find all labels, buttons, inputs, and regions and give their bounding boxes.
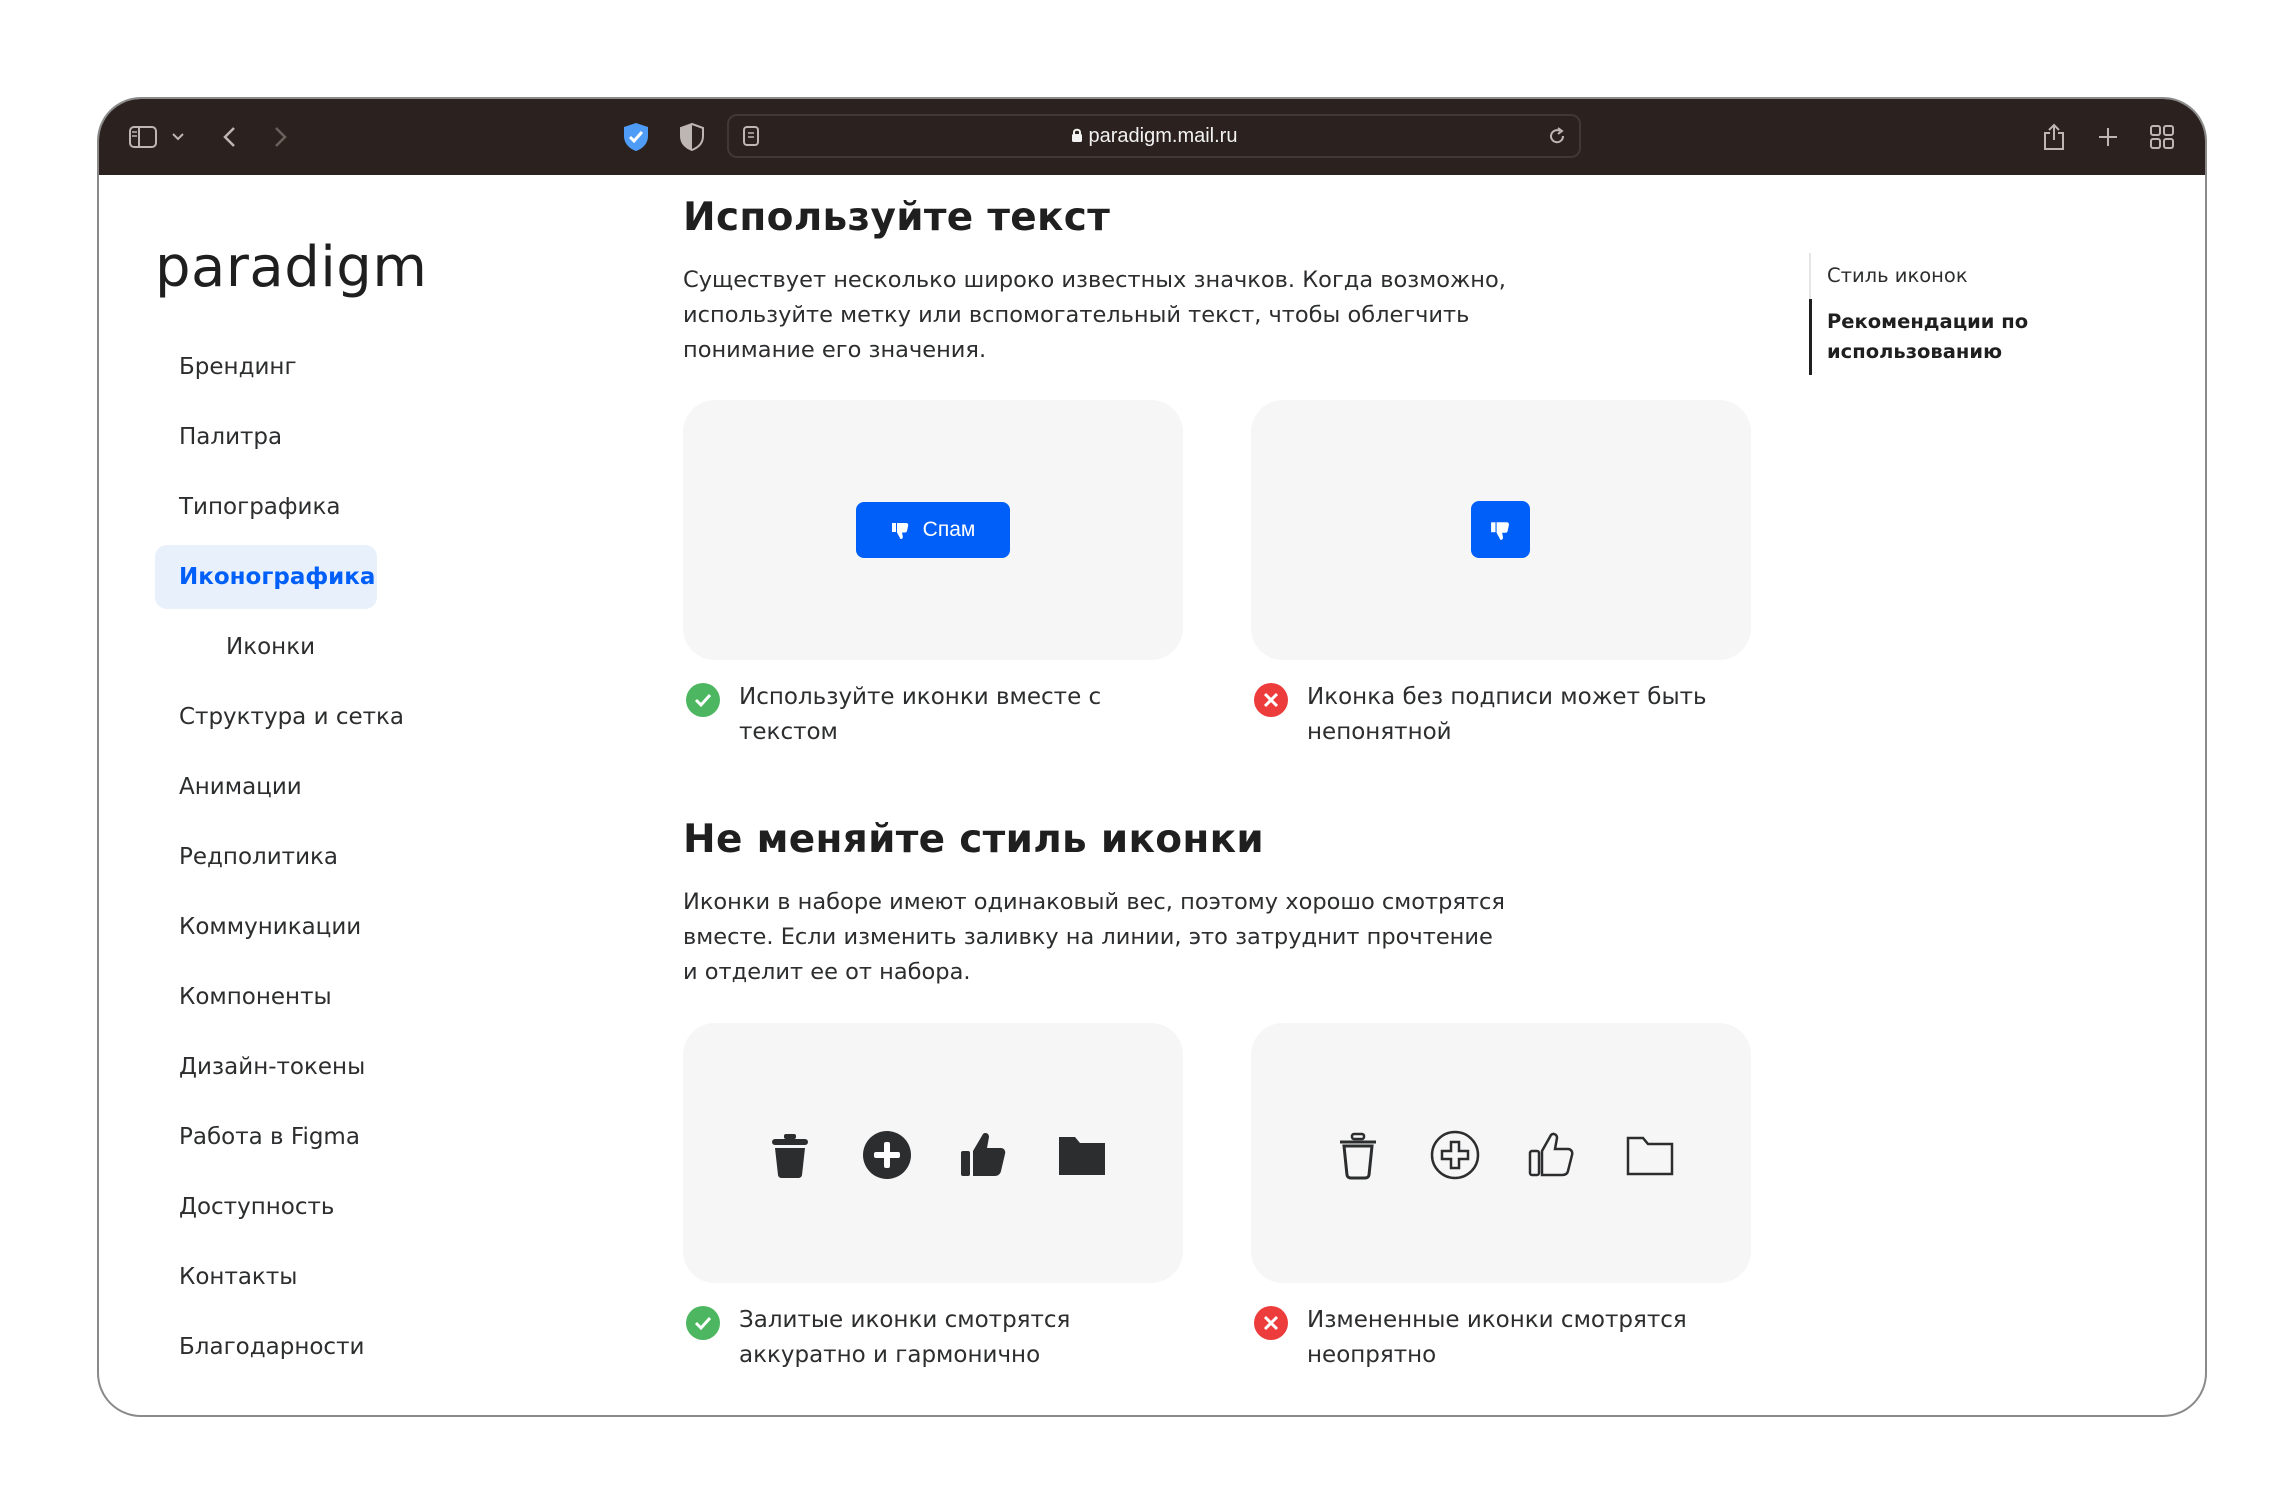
section-title-use-text: Используйте текст (683, 195, 1111, 240)
caption-good-1-text: Используйте иконки вместе с текстом (739, 684, 1102, 745)
sidebar-item-icons[interactable]: Иконки (155, 615, 575, 679)
trash-outline-icon (1340, 1132, 1376, 1180)
sidebar-item-accessibility[interactable]: Доступность (155, 1175, 575, 1239)
sidebar-nav: Брендинг Палитра Типографика Иконографик… (155, 335, 575, 1385)
toc-item-usage-recommendations[interactable]: Рекомендации по использованию (1809, 299, 2059, 375)
thumb-up-filled-icon (961, 1133, 1006, 1176)
filled-icons-row (683, 1023, 1183, 1283)
back-icon[interactable] (217, 99, 241, 175)
forward-icon[interactable] (269, 99, 293, 175)
plus-circle-filled-icon (863, 1131, 911, 1179)
spam-icon-button[interactable] (1471, 501, 1530, 558)
sidebar-item-editorial[interactable]: Редполитика (155, 825, 575, 889)
folder-filled-icon (1059, 1137, 1105, 1175)
lock-icon (1071, 117, 1083, 157)
thumb-down-icon (1490, 521, 1509, 540)
address-bar[interactable]: paradigm.mail.ru (727, 114, 1581, 158)
check-icon (686, 1306, 720, 1340)
section-title-icon-style: Не меняйте стиль иконки (683, 817, 1265, 862)
thumb-up-outline-icon (1528, 1132, 1574, 1177)
url-value: paradigm.mail.ru (1088, 125, 1238, 147)
privacy-shield-icon[interactable] (619, 99, 653, 175)
caption-good-1: Используйте иконки вместе с текстом (683, 680, 1153, 750)
section-text-icon-style: Иконки в наборе имеют одинаковый вес, по… (683, 889, 1505, 985)
sidebar-item-components[interactable]: Компоненты (155, 965, 575, 1029)
caption-bad-2-text: Измененные иконки смотрятся неопрятно (1307, 1307, 1687, 1368)
sidebar-toggle-icon[interactable] (123, 99, 163, 175)
chevron-down-icon[interactable] (169, 99, 187, 175)
sidebar-item-palette[interactable]: Палитра (155, 405, 575, 469)
sidebar-item-typography[interactable]: Типографика (155, 475, 575, 539)
new-tab-icon[interactable] (2093, 99, 2123, 175)
caption-good-2: Залитые иконки смотрятся аккуратно и гар… (683, 1303, 1153, 1373)
plus-circle-outline-icon (1430, 1130, 1480, 1180)
trash-filled-icon (772, 1134, 808, 1178)
caption-bad-1-text: Иконка без подписи может быть непонятной (1307, 684, 1707, 745)
example-card-bad (1251, 400, 1751, 660)
sidebar-item-communications[interactable]: Коммуникации (155, 895, 575, 959)
outline-icons-row (1251, 1023, 1751, 1283)
section-text-use-text: Существует несколько широко известных зн… (683, 267, 1506, 363)
sidebar-item-branding[interactable]: Брендинг (155, 335, 575, 399)
url-text[interactable]: paradigm.mail.ru (729, 116, 1579, 156)
spam-button-label: Спам (922, 518, 976, 541)
page-content: paradigm Брендинг Палитра Типографика Ик… (99, 175, 2205, 1415)
cross-icon (1254, 683, 1288, 717)
example-card-outline-icons (1251, 1023, 1751, 1283)
folder-outline-icon (1626, 1136, 1674, 1176)
sidebar-item-structure-grid[interactable]: Структура и сетка (155, 685, 575, 749)
sidebar-item-figma[interactable]: Работа в Figma (155, 1105, 575, 1169)
example-card-good: Спам (683, 400, 1183, 660)
sidebar-item-contacts[interactable]: Контакты (155, 1245, 575, 1309)
share-icon[interactable] (2039, 99, 2069, 175)
reload-icon[interactable] (1545, 116, 1569, 156)
check-icon (686, 683, 720, 717)
tab-overview-icon[interactable] (2147, 99, 2177, 175)
browser-toolbar: paradigm.mail.ru (99, 99, 2205, 175)
caption-bad-2: Измененные иконки смотрятся неопрятно (1251, 1303, 1721, 1373)
logo[interactable]: paradigm (155, 235, 427, 300)
example-card-filled-icons (683, 1023, 1183, 1283)
toc-item-icon-style[interactable]: Стиль иконок (1811, 253, 2059, 299)
cross-icon (1254, 1306, 1288, 1340)
sidebar-item-design-tokens[interactable]: Дизайн-токены (155, 1035, 575, 1099)
table-of-contents: Стиль иконок Рекомендации по использован… (1809, 253, 2059, 375)
caption-good-2-text: Залитые иконки смотрятся аккуратно и гар… (739, 1307, 1071, 1368)
thumb-down-icon (891, 523, 908, 539)
sidebar-item-animations[interactable]: Анимации (155, 755, 575, 819)
half-shield-icon[interactable] (677, 99, 707, 175)
sidebar-item-thanks[interactable]: Благодарности (155, 1315, 575, 1379)
browser-window: paradigm.mail.ru paradigm Брендинг Палит… (97, 97, 2207, 1417)
spam-button[interactable]: Спам (856, 502, 1010, 558)
sidebar-item-iconography[interactable]: Иконографика (155, 545, 377, 609)
caption-bad-1: Иконка без подписи может быть непонятной (1251, 680, 1721, 750)
